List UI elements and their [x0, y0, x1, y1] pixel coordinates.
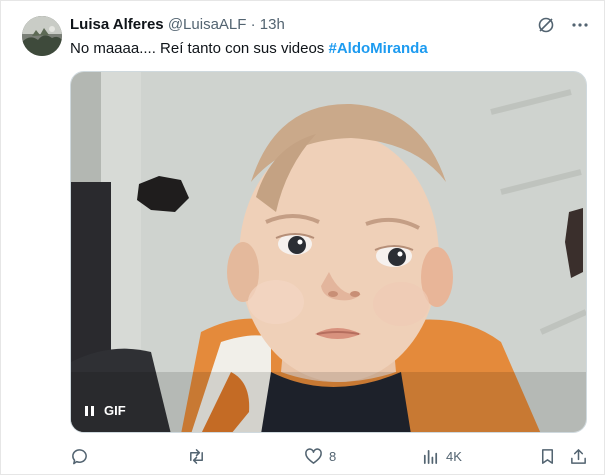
- bookmark-button[interactable]: [538, 445, 557, 467]
- time-separator: ·: [250, 16, 256, 33]
- pause-icon[interactable]: [85, 405, 94, 416]
- views-button[interactable]: 4K: [421, 445, 462, 467]
- reply-icon: [72, 448, 87, 464]
- gif-badge: GIF: [104, 403, 126, 418]
- gif-media[interactable]: GIF: [70, 71, 587, 433]
- tweet-text-body: No maaaa.... Reí tanto con sus videos: [70, 40, 329, 57]
- like-button[interactable]: 8: [304, 445, 336, 467]
- retweet-icon: [190, 448, 203, 464]
- reply-button[interactable]: [70, 445, 95, 467]
- views-chart-icon: [423, 449, 438, 464]
- tweet-text: No maaaa.... Reí tanto con sus videos #A…: [70, 39, 428, 59]
- tweet-top-actions: [536, 15, 590, 35]
- grok-icon[interactable]: [536, 15, 556, 35]
- hashtag-link[interactable]: #AldoMiranda: [328, 40, 427, 57]
- tweet-header: Luisa Alferes @LuisaALF · 13h: [70, 15, 285, 35]
- author-name[interactable]: Luisa Alferes: [70, 16, 164, 33]
- more-options-icon[interactable]: [570, 15, 590, 35]
- heart-icon: [305, 447, 322, 464]
- share-button[interactable]: [569, 445, 588, 467]
- tweet-time[interactable]: 13h: [260, 16, 285, 33]
- bookmark-icon: [541, 448, 554, 464]
- author-handle[interactable]: @LuisaALF: [168, 16, 247, 33]
- avatar-image: [22, 16, 62, 56]
- gif-controls: GIF: [85, 403, 126, 418]
- views-count: 4K: [446, 448, 462, 464]
- avatar[interactable]: [22, 16, 62, 56]
- share-icon: [571, 448, 586, 464]
- retweet-button[interactable]: [187, 445, 212, 467]
- tweet-card[interactable]: Luisa Alferes @LuisaALF · 13h No maaaa..…: [0, 0, 605, 475]
- gif-frame-image: [71, 72, 586, 432]
- tweet-actions-bar: 8 4K: [70, 445, 590, 467]
- like-count: 8: [329, 448, 337, 464]
